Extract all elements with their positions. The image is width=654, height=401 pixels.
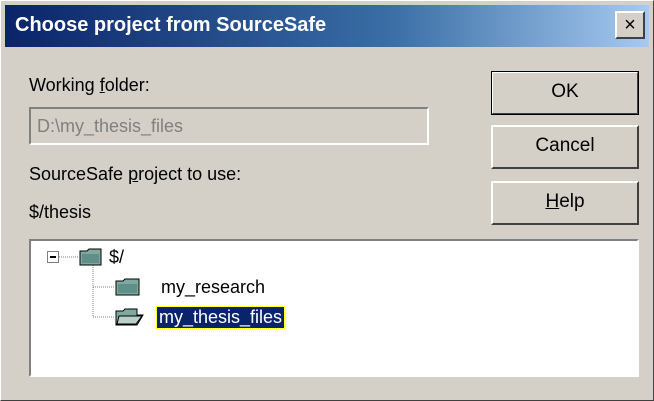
working-folder-label: Working folder: — [29, 75, 150, 95]
ok-button[interactable]: OK — [491, 71, 639, 115]
collapse-toggle[interactable] — [47, 251, 59, 263]
folder-open-icon — [115, 308, 144, 326]
working-folder-field[interactable]: D:\my_thesis_files — [29, 107, 429, 145]
tree-root-label[interactable]: $/ — [109, 247, 124, 268]
project-label: SourceSafe project to use: — [29, 164, 242, 184]
close-icon: × — [624, 14, 636, 36]
project-tree[interactable]: $/ my_research my_thesis_files — [29, 239, 639, 377]
folder-open-icon — [79, 248, 102, 266]
title-bar[interactable]: Choose project from SourceSafe × — [5, 5, 649, 47]
tree-item-my-thesis-files[interactable]: my_thesis_files — [155, 306, 286, 329]
sourcesafe-dialog: Choose project from SourceSafe × Working… — [0, 0, 654, 401]
project-value: $/thesis — [29, 202, 92, 222]
tree-item-my-research[interactable]: my_research — [161, 277, 265, 298]
help-button[interactable]: Help — [491, 181, 639, 225]
close-button[interactable]: × — [615, 11, 645, 39]
folder-icon — [115, 278, 140, 296]
cancel-button[interactable]: Cancel — [491, 125, 639, 169]
dialog-title: Choose project from SourceSafe — [15, 14, 327, 36]
